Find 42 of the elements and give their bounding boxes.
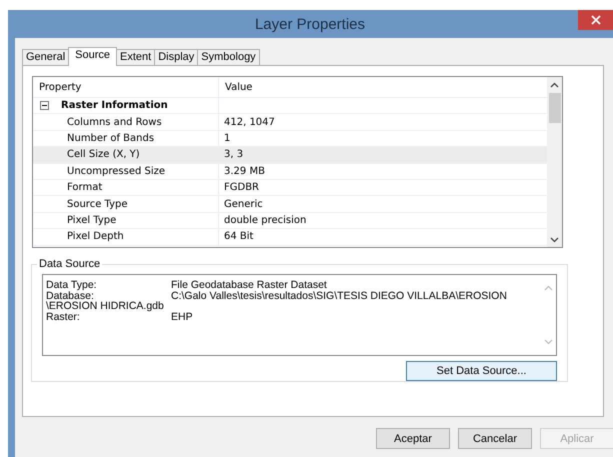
column-header[interactable]: Value <box>219 77 547 97</box>
collapse-toggle[interactable] <box>40 101 49 110</box>
property-name[interactable]: Format <box>33 180 219 196</box>
field-label: Database: <box>46 290 94 301</box>
property-value: FGDBR <box>223 181 260 196</box>
group-title: Data Source <box>37 258 102 270</box>
field-value: File Geodatabase Raster Dataset <box>171 280 327 290</box>
close-icon <box>590 15 600 25</box>
property-value: 1 <box>223 132 232 146</box>
scrollbar[interactable] <box>547 77 562 247</box>
close-button[interactable] <box>578 10 613 30</box>
column-header[interactable]: Property <box>33 77 219 97</box>
tab[interactable]: General <box>22 49 70 65</box>
property-name[interactable]: Cell Size (X, Y) <box>33 147 219 163</box>
scroll-thumb[interactable] <box>548 93 560 123</box>
property-name[interactable]: Columns and Rows <box>33 114 219 130</box>
group-label: Raster Information <box>61 100 168 112</box>
property-value: double precision <box>223 214 308 228</box>
property-name[interactable]: Uncompressed Size <box>33 164 219 179</box>
property-value: Generic <box>223 198 264 212</box>
property-name[interactable]: Source Type <box>33 196 219 212</box>
window-title: Layer Properties <box>254 16 366 32</box>
field-value: C:\Galo Valles\tesis\resultados\SIG\TESIS DIEGO VILLALBA\EROSION <box>171 290 507 301</box>
property-name[interactable]: Pixel Type <box>33 212 219 228</box>
field-label: Raster: <box>46 312 81 322</box>
property-value: 412, 1047 <box>223 116 276 130</box>
property-value: 64 Bit <box>223 230 254 244</box>
dialog-button[interactable]: Cancelar <box>458 428 532 449</box>
tab[interactable]: Source <box>68 47 117 66</box>
dialog-button[interactable]: Aceptar <box>376 428 450 449</box>
tab[interactable]: Symbology <box>197 49 260 65</box>
property-name[interactable]: Number of Bands <box>33 130 219 146</box>
field-value: \EROSION HIDRICA.gdb <box>46 301 164 312</box>
scroll-up-icon[interactable] <box>550 82 559 88</box>
property-value: 3.29 MB <box>223 164 266 179</box>
property-value: 3, 3 <box>219 147 547 163</box>
set-data-source-button[interactable]: Set Data Source... <box>406 361 557 381</box>
property-name[interactable]: Pixel Depth <box>33 229 219 245</box>
field-label: Data Type: <box>46 280 98 290</box>
tab[interactable]: Display <box>154 49 198 65</box>
scroll-down-icon[interactable] <box>550 237 559 243</box>
field-value: EHP <box>171 312 193 322</box>
